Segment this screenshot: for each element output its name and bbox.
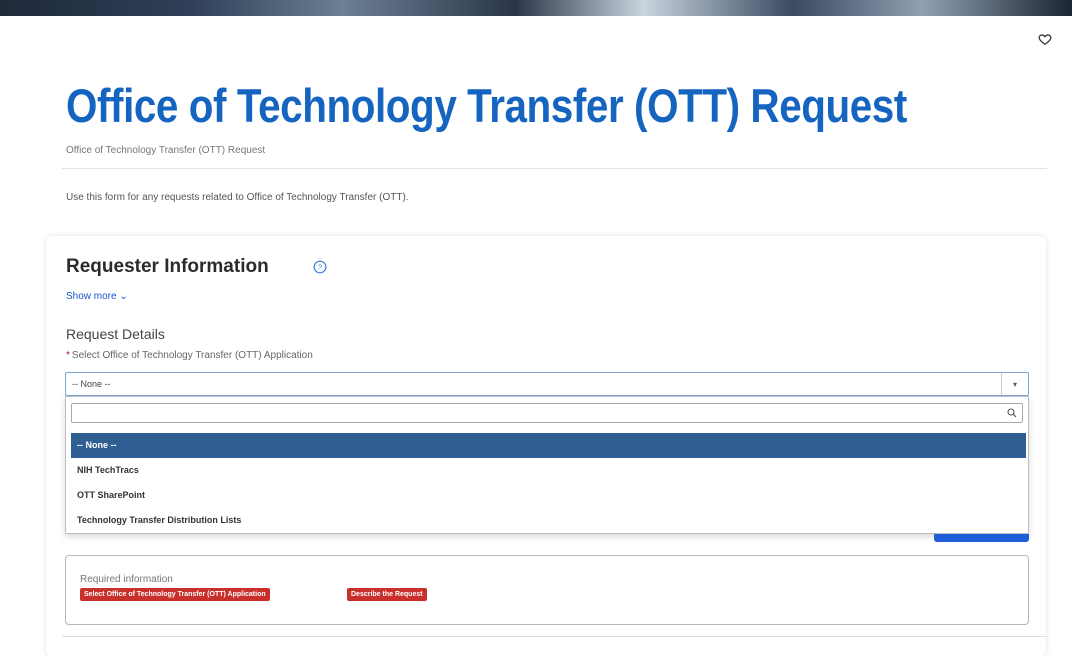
request-details-heading: Request Details (66, 326, 165, 342)
option-distribution-lists[interactable]: Technology Transfer Distribution Lists (71, 508, 1026, 533)
bottom-divider (62, 636, 1047, 637)
field-label-text: Select Office of Technology Transfer (OT… (71, 350, 313, 361)
required-badge-describe[interactable]: Describe the Request (347, 588, 427, 601)
dropdown-search-input[interactable] (71, 403, 1023, 423)
section-title: Requester Information (66, 256, 269, 277)
search-icon (1007, 408, 1017, 418)
form-description: Use this form for any requests related t… (66, 192, 409, 203)
option-ott-sharepoint[interactable]: OTT SharePoint (71, 483, 1026, 508)
application-select[interactable]: -- None -- ▾ (65, 372, 1029, 396)
select-dropdown: -- None -- NIH TechTracs OTT SharePoint … (65, 396, 1029, 534)
required-information-panel: Required information Select Office of Te… (65, 555, 1029, 625)
required-asterisk: * (66, 350, 70, 361)
option-none[interactable]: -- None -- (71, 433, 1026, 458)
breadcrumb[interactable]: Office of Technology Transfer (OTT) Requ… (66, 145, 265, 156)
dropdown-options: -- None -- NIH TechTracs OTT SharePoint … (71, 433, 1026, 533)
select-current-value: -- None -- (72, 379, 111, 389)
chevron-down-icon[interactable]: ▾ (1001, 373, 1028, 395)
show-more-link[interactable]: Show more ⌄ (66, 291, 128, 302)
required-badge-application[interactable]: Select Office of Technology Transfer (OT… (80, 588, 270, 601)
header-divider (62, 168, 1047, 169)
required-information-title: Required information (80, 574, 173, 585)
heart-icon[interactable] (1038, 32, 1052, 46)
banner-spacer (0, 16, 1072, 24)
option-nih-techtracs[interactable]: NIH TechTracs (71, 458, 1026, 483)
field-label: * Select Office of Technology Transfer (O… (66, 350, 313, 361)
page-title: Office of Technology Transfer (OTT) Requ… (66, 79, 907, 132)
partially-hidden-button[interactable] (934, 534, 1029, 542)
header-banner-image (0, 0, 1072, 16)
help-icon[interactable]: ? (313, 260, 327, 274)
svg-text:?: ? (318, 263, 322, 272)
